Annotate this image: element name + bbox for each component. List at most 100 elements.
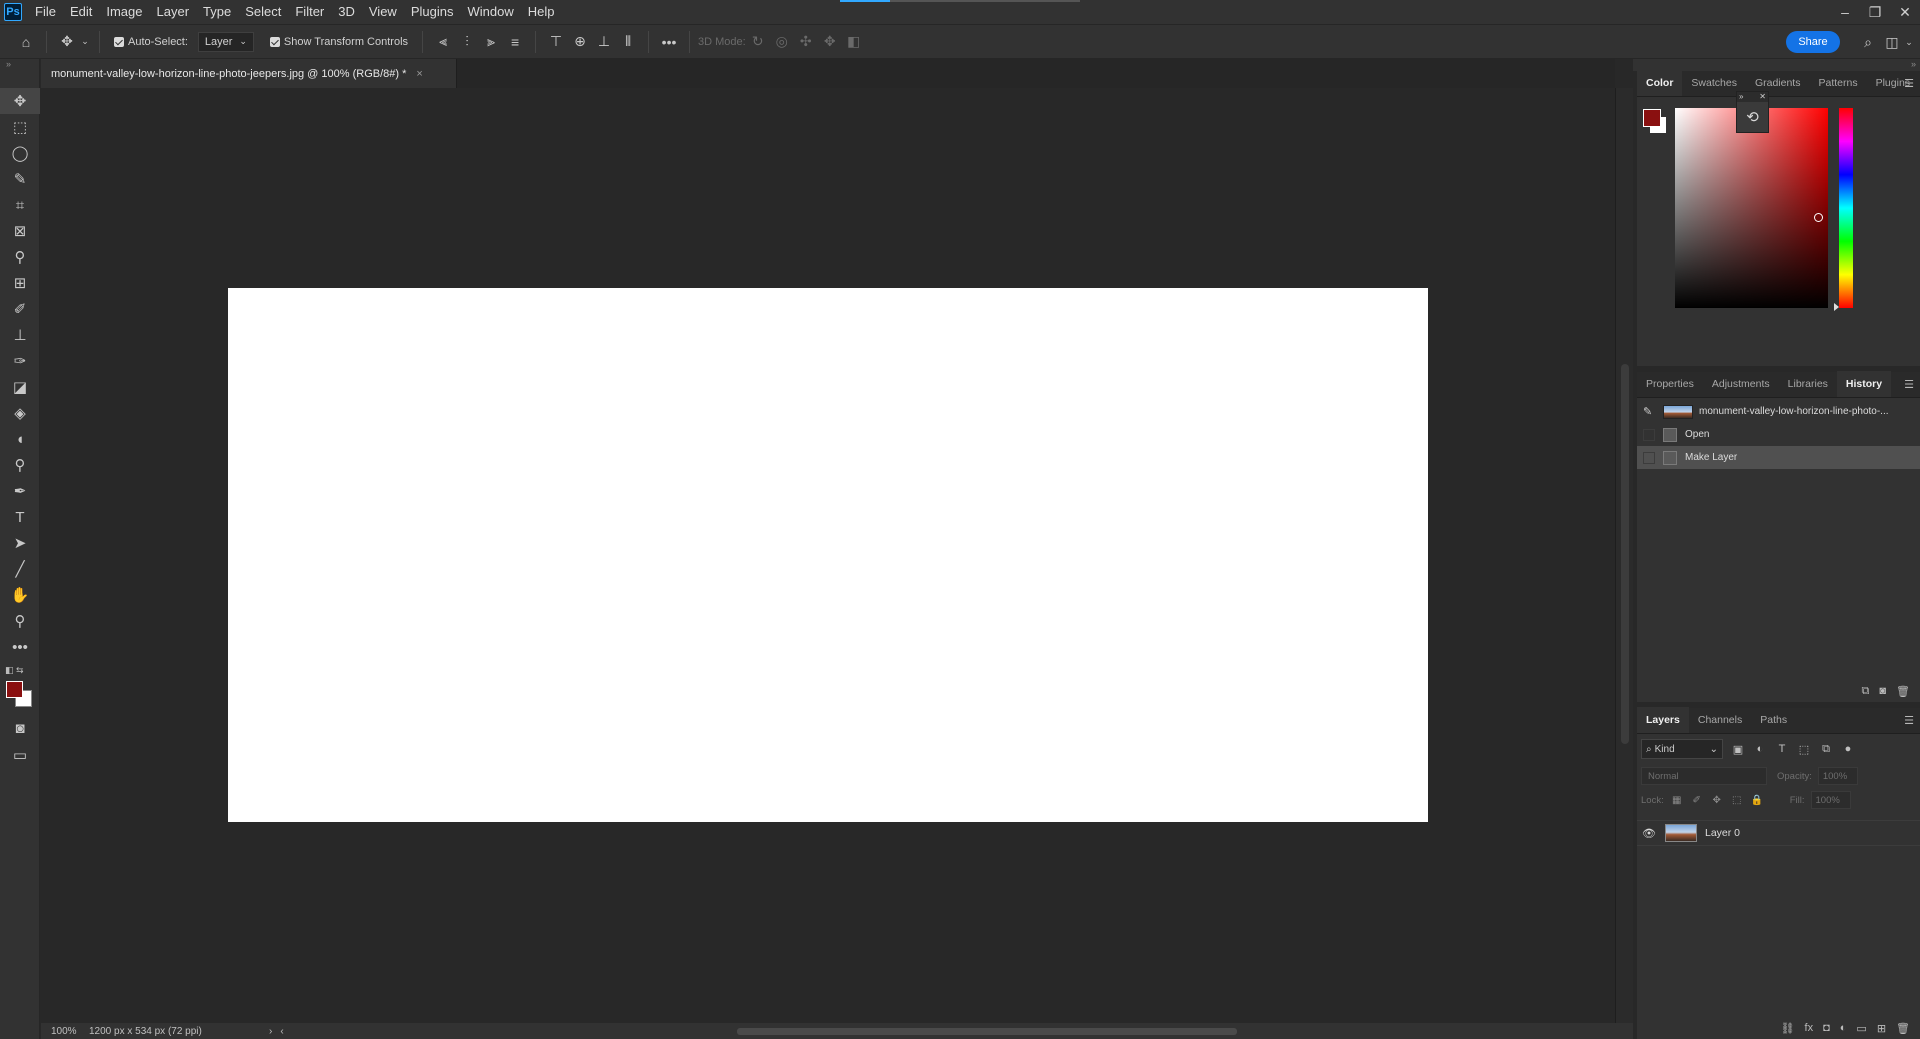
tab-libraries[interactable]: Libraries bbox=[1779, 371, 1837, 397]
menu-view[interactable]: View bbox=[362, 0, 404, 24]
new-layer-icon[interactable]: ⊞ bbox=[1877, 1022, 1886, 1035]
tab-adjustments[interactable]: Adjustments bbox=[1703, 371, 1779, 397]
menu-plugins[interactable]: Plugins bbox=[404, 0, 461, 24]
screen-mode-icon[interactable]: ▭ bbox=[0, 742, 40, 768]
chevron-down-icon[interactable]: ⌄ bbox=[1904, 30, 1914, 54]
tab-history[interactable]: History bbox=[1836, 371, 1892, 397]
lock-position-icon[interactable]: ✥ bbox=[1710, 795, 1724, 806]
history-source-box[interactable] bbox=[1643, 428, 1655, 441]
edit-toolbar-icon[interactable]: ••• bbox=[0, 634, 40, 660]
scroll-left-icon[interactable]: ‹ bbox=[280, 1026, 283, 1037]
add-mask-icon[interactable]: ◘ bbox=[1823, 1022, 1830, 1034]
filter-shape-icon[interactable]: ⬚ bbox=[1797, 743, 1811, 756]
tab-paths[interactable]: Paths bbox=[1751, 707, 1796, 733]
history-step-row[interactable]: Open bbox=[1637, 423, 1920, 446]
hue-slider-handle[interactable] bbox=[1834, 303, 1839, 311]
eyedropper-tool-icon[interactable]: ⚲ bbox=[0, 244, 40, 270]
home-icon[interactable]: ⌂ bbox=[14, 30, 38, 54]
layer-row[interactable]: 👁 Layer 0 bbox=[1637, 820, 1920, 846]
search-icon[interactable]: ⌕ bbox=[1856, 30, 1880, 54]
filter-adjustment-icon[interactable]: ◐ bbox=[1753, 743, 1767, 755]
path-selection-tool-icon[interactable]: ➤ bbox=[0, 530, 40, 556]
history-source-box[interactable] bbox=[1643, 451, 1655, 464]
align-right-icon[interactable]: ⫸ bbox=[479, 30, 503, 54]
align-top-icon[interactable]: ⊤ bbox=[544, 30, 568, 54]
kind-filter-dropdown[interactable]: ⌕ Kind ⌄ bbox=[1641, 739, 1723, 759]
zoom-level[interactable]: 100% bbox=[41, 1026, 89, 1037]
zoom-tool-icon[interactable]: ⚲ bbox=[0, 608, 40, 634]
menu-filter[interactable]: Filter bbox=[288, 0, 331, 24]
crop-tool-icon[interactable]: ⌗ bbox=[0, 192, 40, 218]
menu-window[interactable]: Window bbox=[460, 0, 520, 24]
eye-icon[interactable]: 👁 bbox=[1637, 827, 1661, 840]
align-middle-icon[interactable]: ⊕ bbox=[568, 30, 592, 54]
quick-mask-icon[interactable]: ◙ bbox=[0, 715, 40, 741]
menu-select[interactable]: Select bbox=[238, 0, 288, 24]
dodge-tool-icon[interactable]: ⚲ bbox=[0, 452, 40, 478]
auto-select-target-dropdown[interactable]: Layer ⌄ bbox=[197, 31, 254, 52]
menu-edit[interactable]: Edit bbox=[63, 0, 99, 24]
blend-mode-dropdown[interactable]: Normal bbox=[1641, 767, 1767, 785]
show-transform-checkbox[interactable]: Show Transform Controls bbox=[269, 36, 408, 48]
quick-selection-tool-icon[interactable]: ✎ bbox=[0, 166, 40, 192]
more-options-icon[interactable]: ••• bbox=[657, 30, 681, 54]
frame-tool-icon[interactable]: ⊠ bbox=[0, 218, 40, 244]
blur-tool-icon[interactable]: ◖ bbox=[0, 426, 40, 452]
collapse-arrows-icon[interactable]: » bbox=[6, 59, 11, 69]
saturation-brightness-field[interactable] bbox=[1675, 108, 1828, 308]
link-layers-icon[interactable]: ⛓ bbox=[1781, 1022, 1795, 1035]
paint-bucket-tool-icon[interactable]: ◈ bbox=[0, 400, 40, 426]
line-tool-icon[interactable]: ╱ bbox=[0, 556, 40, 582]
hand-tool-icon[interactable]: ✋ bbox=[0, 582, 40, 608]
filter-pixel-icon[interactable]: ▣ bbox=[1731, 743, 1745, 756]
brush-tool-icon[interactable]: ✐ bbox=[0, 296, 40, 322]
panel-menu-icon[interactable]: ☰ bbox=[1904, 378, 1914, 391]
menu-type[interactable]: Type bbox=[196, 0, 238, 24]
new-group-folder-icon[interactable]: ▭ bbox=[1856, 1022, 1866, 1035]
clone-stamp-tool-icon[interactable]: ⊥ bbox=[0, 322, 40, 348]
snapshot-camera-icon[interactable]: ◙ bbox=[1879, 685, 1886, 697]
close-tab-icon[interactable]: × bbox=[416, 68, 422, 80]
menu-file[interactable]: File bbox=[28, 0, 63, 24]
hue-slider[interactable] bbox=[1839, 108, 1853, 308]
tab-layers[interactable]: Layers bbox=[1637, 707, 1689, 733]
minimize-button[interactable]: – bbox=[1830, 0, 1860, 24]
delete-trash-icon[interactable]: 🗑 bbox=[1896, 1022, 1910, 1035]
history-brush-tool-icon[interactable]: ✑ bbox=[0, 348, 40, 374]
color-picker-handle[interactable] bbox=[1814, 213, 1823, 222]
tab-patterns[interactable]: Patterns bbox=[1809, 70, 1866, 96]
delete-trash-icon[interactable]: 🗑 bbox=[1896, 685, 1910, 698]
lasso-tool-icon[interactable]: ◯ bbox=[0, 140, 40, 166]
vertical-scroll-thumb[interactable] bbox=[1621, 364, 1629, 744]
lock-artboard-icon[interactable]: ⬚ bbox=[1730, 795, 1744, 806]
lock-transparent-icon[interactable]: ▦ bbox=[1670, 795, 1684, 806]
foreground-color-swatch[interactable] bbox=[1643, 109, 1661, 127]
restore-button[interactable]: ❐ bbox=[1860, 0, 1890, 24]
lock-all-icon[interactable]: 🔒 bbox=[1750, 795, 1764, 806]
marquee-tool-icon[interactable]: ⬚ bbox=[0, 114, 40, 140]
tab-properties[interactable]: Properties bbox=[1637, 371, 1703, 397]
new-document-from-state-icon[interactable]: ⧉ bbox=[1862, 685, 1870, 698]
foreground-color-swatch[interactable] bbox=[6, 681, 23, 698]
panel-menu-icon[interactable]: ☰ bbox=[1904, 714, 1914, 727]
collapse-arrows-icon[interactable]: » bbox=[1911, 59, 1916, 69]
move-tool-preset-icon[interactable]: ✥ bbox=[55, 30, 79, 54]
filter-toggle-icon[interactable]: ● bbox=[1841, 743, 1855, 755]
distribute-vertical-icon[interactable]: ≡ bbox=[503, 30, 527, 54]
align-center-icon[interactable]: ⫶ bbox=[455, 30, 479, 54]
menu-image[interactable]: Image bbox=[99, 0, 149, 24]
expand-arrows-icon[interactable]: » bbox=[1739, 92, 1743, 102]
close-icon[interactable]: ✕ bbox=[1759, 92, 1766, 102]
status-chevron-right-icon[interactable]: › bbox=[269, 1026, 272, 1037]
history-snapshot-row[interactable]: ✎ monument-valley-low-horizon-line-photo… bbox=[1637, 400, 1920, 423]
document-tab[interactable]: monument-valley-low-horizon-line-photo-j… bbox=[41, 59, 457, 88]
distribute-horizontal-icon[interactable]: ⦀ bbox=[616, 30, 640, 54]
fill-field[interactable]: 100% bbox=[1810, 791, 1851, 809]
lock-pixels-icon[interactable]: ✐ bbox=[1690, 795, 1704, 806]
panel-menu-icon[interactable]: ☰ bbox=[1904, 77, 1914, 90]
vertical-scrollbar[interactable] bbox=[1615, 88, 1633, 1023]
share-button[interactable]: Share bbox=[1786, 31, 1840, 53]
document-canvas[interactable] bbox=[228, 288, 1428, 822]
layer-style-fx-icon[interactable]: fx bbox=[1805, 1022, 1814, 1034]
align-bottom-icon[interactable]: ⊥ bbox=[592, 30, 616, 54]
